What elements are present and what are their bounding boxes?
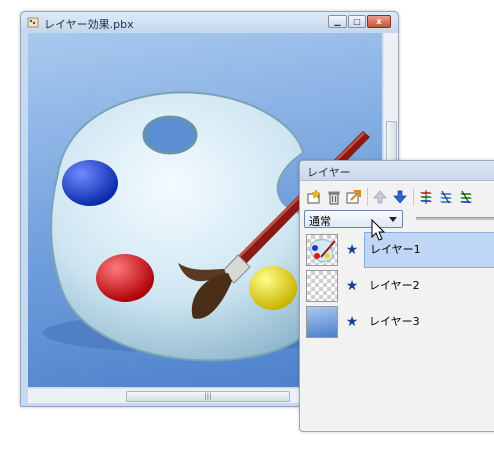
mouse-pointer-icon <box>371 219 386 241</box>
layer-toolbar <box>304 186 494 208</box>
visibility-star-icon[interactable]: ★ <box>341 232 363 268</box>
layer-panel: レイヤー 通常 ★ レイヤー1 ★ レイヤー2 ★ レイヤー3 <box>299 160 494 432</box>
blend-mode-select[interactable]: 通常 <box>304 210 403 228</box>
merge-down-icon[interactable] <box>418 189 434 205</box>
toolbar-separator <box>367 188 368 206</box>
visibility-star-icon[interactable]: ★ <box>341 304 363 340</box>
palette-thumbnail-icon <box>309 239 336 262</box>
minimize-button[interactable]: ▁ <box>328 15 347 28</box>
move-up-icon[interactable] <box>372 189 388 205</box>
layer-row[interactable]: ★ レイヤー1 <box>304 232 494 268</box>
move-down-icon[interactable] <box>392 189 408 205</box>
delete-layer-icon[interactable] <box>326 189 342 205</box>
layer-panel-title: レイヤー <box>307 166 351 179</box>
new-layer-icon[interactable] <box>306 189 322 205</box>
chevron-down-icon <box>389 217 397 222</box>
visibility-star-icon[interactable]: ★ <box>341 268 363 304</box>
blend-mode-value: 通常 <box>309 215 331 228</box>
layer-row[interactable]: ★ レイヤー3 <box>304 304 494 340</box>
document-icon <box>27 17 39 28</box>
close-button[interactable]: x <box>367 15 391 28</box>
layer-properties-icon[interactable] <box>346 189 362 205</box>
maximize-button[interactable]: □ <box>348 15 366 28</box>
merge-visible-icon[interactable] <box>438 189 454 205</box>
document-titlebar[interactable]: レイヤー効果.pbx ▁ □ x <box>21 12 398 32</box>
layer-thumbnail <box>306 234 338 266</box>
document-title: レイヤー効果.pbx <box>44 18 134 31</box>
layer-thumbnail <box>306 270 338 302</box>
layer-name[interactable]: レイヤー3 <box>364 304 494 340</box>
layer-name[interactable]: レイヤー2 <box>364 268 494 304</box>
horizontal-scroll-thumb[interactable]: ||| <box>126 391 290 402</box>
layer-thumbnail <box>306 306 338 338</box>
toolbar-separator <box>413 188 414 206</box>
layer-row[interactable]: ★ レイヤー2 <box>304 268 494 304</box>
flatten-icon[interactable] <box>458 189 474 205</box>
opacity-slider[interactable] <box>416 217 494 220</box>
layer-panel-titlebar[interactable]: レイヤー <box>300 161 494 181</box>
